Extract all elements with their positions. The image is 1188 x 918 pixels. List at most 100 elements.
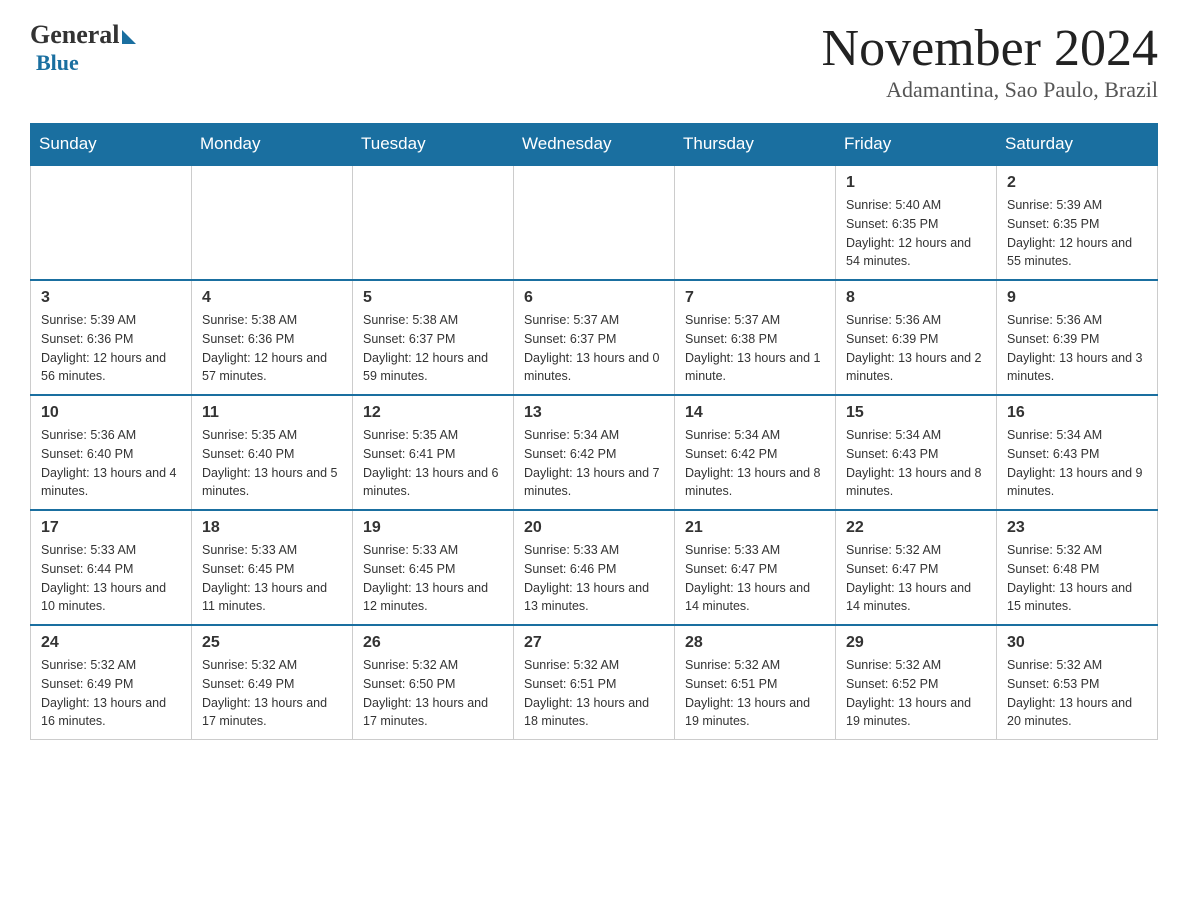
day-sun-info: Sunrise: 5:40 AM Sunset: 6:35 PM Dayligh… bbox=[846, 198, 971, 268]
day-sun-info: Sunrise: 5:32 AM Sunset: 6:53 PM Dayligh… bbox=[1007, 658, 1132, 728]
day-sun-info: Sunrise: 5:36 AM Sunset: 6:39 PM Dayligh… bbox=[846, 313, 982, 383]
day-sun-info: Sunrise: 5:38 AM Sunset: 6:37 PM Dayligh… bbox=[363, 313, 488, 383]
day-number: 29 bbox=[846, 634, 986, 652]
day-number: 1 bbox=[846, 174, 986, 192]
day-sun-info: Sunrise: 5:32 AM Sunset: 6:51 PM Dayligh… bbox=[685, 658, 810, 728]
day-sun-info: Sunrise: 5:32 AM Sunset: 6:47 PM Dayligh… bbox=[846, 543, 971, 613]
day-sun-info: Sunrise: 5:32 AM Sunset: 6:51 PM Dayligh… bbox=[524, 658, 649, 728]
calendar-day-cell: 6 Sunrise: 5:37 AM Sunset: 6:37 PM Daylig… bbox=[514, 280, 675, 395]
day-sun-info: Sunrise: 5:37 AM Sunset: 6:37 PM Dayligh… bbox=[524, 313, 660, 383]
day-sun-info: Sunrise: 5:34 AM Sunset: 6:42 PM Dayligh… bbox=[524, 428, 660, 498]
calendar-day-cell: 22 Sunrise: 5:32 AM Sunset: 6:47 PM Dayli… bbox=[836, 510, 997, 625]
calendar-header-row: SundayMondayTuesdayWednesdayThursdayFrid… bbox=[31, 124, 1158, 166]
day-number: 6 bbox=[524, 289, 664, 307]
calendar-week-row: 1 Sunrise: 5:40 AM Sunset: 6:35 PM Daylig… bbox=[31, 165, 1158, 280]
day-number: 20 bbox=[524, 519, 664, 537]
day-sun-info: Sunrise: 5:33 AM Sunset: 6:47 PM Dayligh… bbox=[685, 543, 810, 613]
day-sun-info: Sunrise: 5:33 AM Sunset: 6:46 PM Dayligh… bbox=[524, 543, 649, 613]
day-sun-info: Sunrise: 5:33 AM Sunset: 6:44 PM Dayligh… bbox=[41, 543, 166, 613]
month-title: November 2024 bbox=[822, 20, 1158, 77]
calendar-day-cell: 26 Sunrise: 5:32 AM Sunset: 6:50 PM Dayli… bbox=[353, 625, 514, 740]
day-of-week-header: Friday bbox=[836, 124, 997, 166]
calendar-day-cell: 4 Sunrise: 5:38 AM Sunset: 6:36 PM Daylig… bbox=[192, 280, 353, 395]
calendar-day-cell: 28 Sunrise: 5:32 AM Sunset: 6:51 PM Dayli… bbox=[675, 625, 836, 740]
day-number: 10 bbox=[41, 404, 181, 422]
calendar-day-cell: 5Sunrise: 5:38 AM Sunset: 6:37 PM Daylig… bbox=[353, 280, 514, 395]
day-number: 30 bbox=[1007, 634, 1147, 652]
day-of-week-header: Tuesday bbox=[353, 124, 514, 166]
day-number: 22 bbox=[846, 519, 986, 537]
day-number: 11 bbox=[202, 404, 342, 422]
day-sun-info: Sunrise: 5:37 AM Sunset: 6:38 PM Dayligh… bbox=[685, 313, 821, 383]
calendar-day-cell: 24 Sunrise: 5:32 AM Sunset: 6:49 PM Dayli… bbox=[31, 625, 192, 740]
day-number: 24 bbox=[41, 634, 181, 652]
day-sun-info: Sunrise: 5:35 AM Sunset: 6:40 PM Dayligh… bbox=[202, 428, 338, 498]
day-of-week-header: Sunday bbox=[31, 124, 192, 166]
day-sun-info: Sunrise: 5:36 AM Sunset: 6:39 PM Dayligh… bbox=[1007, 313, 1143, 383]
day-of-week-header: Thursday bbox=[675, 124, 836, 166]
calendar-week-row: 17 Sunrise: 5:33 AM Sunset: 6:44 PM Dayli… bbox=[31, 510, 1158, 625]
day-number: 4 bbox=[202, 289, 342, 307]
calendar-day-cell: 29 Sunrise: 5:32 AM Sunset: 6:52 PM Dayli… bbox=[836, 625, 997, 740]
day-number: 12 bbox=[363, 404, 503, 422]
day-sun-info: Sunrise: 5:39 AM Sunset: 6:36 PM Dayligh… bbox=[41, 313, 166, 383]
calendar-day-cell: 25Sunrise: 5:32 AM Sunset: 6:49 PM Dayli… bbox=[192, 625, 353, 740]
day-sun-info: Sunrise: 5:38 AM Sunset: 6:36 PM Dayligh… bbox=[202, 313, 327, 383]
calendar-day-cell: 17 Sunrise: 5:33 AM Sunset: 6:44 PM Dayli… bbox=[31, 510, 192, 625]
calendar-day-cell bbox=[31, 165, 192, 280]
day-of-week-header: Wednesday bbox=[514, 124, 675, 166]
day-number: 18 bbox=[202, 519, 342, 537]
calendar-week-row: 3 Sunrise: 5:39 AM Sunset: 6:36 PM Daylig… bbox=[31, 280, 1158, 395]
calendar-day-cell: 7 Sunrise: 5:37 AM Sunset: 6:38 PM Daylig… bbox=[675, 280, 836, 395]
calendar-day-cell: 3 Sunrise: 5:39 AM Sunset: 6:36 PM Daylig… bbox=[31, 280, 192, 395]
day-sun-info: Sunrise: 5:33 AM Sunset: 6:45 PM Dayligh… bbox=[202, 543, 327, 613]
day-sun-info: Sunrise: 5:32 AM Sunset: 6:50 PM Dayligh… bbox=[363, 658, 488, 728]
day-number: 13 bbox=[524, 404, 664, 422]
calendar-day-cell: 14Sunrise: 5:34 AM Sunset: 6:42 PM Dayli… bbox=[675, 395, 836, 510]
calendar-day-cell: 20 Sunrise: 5:33 AM Sunset: 6:46 PM Dayli… bbox=[514, 510, 675, 625]
calendar-day-cell: 16Sunrise: 5:34 AM Sunset: 6:43 PM Dayli… bbox=[997, 395, 1158, 510]
calendar-day-cell bbox=[192, 165, 353, 280]
day-number: 15 bbox=[846, 404, 986, 422]
day-number: 3 bbox=[41, 289, 181, 307]
calendar-day-cell: 2Sunrise: 5:39 AM Sunset: 6:35 PM Daylig… bbox=[997, 165, 1158, 280]
calendar-day-cell: 30 Sunrise: 5:32 AM Sunset: 6:53 PM Dayli… bbox=[997, 625, 1158, 740]
day-sun-info: Sunrise: 5:39 AM Sunset: 6:35 PM Dayligh… bbox=[1007, 198, 1132, 268]
calendar-week-row: 24 Sunrise: 5:32 AM Sunset: 6:49 PM Dayli… bbox=[31, 625, 1158, 740]
day-of-week-header: Saturday bbox=[997, 124, 1158, 166]
calendar-day-cell: 27Sunrise: 5:32 AM Sunset: 6:51 PM Dayli… bbox=[514, 625, 675, 740]
calendar-day-cell bbox=[353, 165, 514, 280]
day-number: 19 bbox=[363, 519, 503, 537]
calendar-day-cell: 11 Sunrise: 5:35 AM Sunset: 6:40 PM Dayli… bbox=[192, 395, 353, 510]
day-sun-info: Sunrise: 5:32 AM Sunset: 6:48 PM Dayligh… bbox=[1007, 543, 1132, 613]
day-number: 28 bbox=[685, 634, 825, 652]
calendar-day-cell: 19Sunrise: 5:33 AM Sunset: 6:45 PM Dayli… bbox=[353, 510, 514, 625]
day-sun-info: Sunrise: 5:32 AM Sunset: 6:49 PM Dayligh… bbox=[202, 658, 327, 728]
day-sun-info: Sunrise: 5:32 AM Sunset: 6:49 PM Dayligh… bbox=[41, 658, 166, 728]
day-number: 26 bbox=[363, 634, 503, 652]
calendar-day-cell: 23 Sunrise: 5:32 AM Sunset: 6:48 PM Dayli… bbox=[997, 510, 1158, 625]
calendar-day-cell bbox=[675, 165, 836, 280]
title-area: November 2024 Adamantina, Sao Paulo, Bra… bbox=[822, 20, 1158, 103]
calendar-day-cell: 9 Sunrise: 5:36 AM Sunset: 6:39 PM Daylig… bbox=[997, 280, 1158, 395]
day-number: 17 bbox=[41, 519, 181, 537]
day-number: 8 bbox=[846, 289, 986, 307]
day-number: 21 bbox=[685, 519, 825, 537]
calendar-day-cell: 10Sunrise: 5:36 AM Sunset: 6:40 PM Dayli… bbox=[31, 395, 192, 510]
calendar-day-cell: 15 Sunrise: 5:34 AM Sunset: 6:43 PM Dayli… bbox=[836, 395, 997, 510]
day-number: 9 bbox=[1007, 289, 1147, 307]
day-sun-info: Sunrise: 5:35 AM Sunset: 6:41 PM Dayligh… bbox=[363, 428, 499, 498]
day-sun-info: Sunrise: 5:34 AM Sunset: 6:43 PM Dayligh… bbox=[846, 428, 982, 498]
calendar-day-cell: 18 Sunrise: 5:33 AM Sunset: 6:45 PM Dayli… bbox=[192, 510, 353, 625]
calendar-day-cell: 12 Sunrise: 5:35 AM Sunset: 6:41 PM Dayli… bbox=[353, 395, 514, 510]
day-number: 23 bbox=[1007, 519, 1147, 537]
day-number: 7 bbox=[685, 289, 825, 307]
page-header: General Blue November 2024 Adamantina, S… bbox=[30, 20, 1158, 103]
day-sun-info: Sunrise: 5:32 AM Sunset: 6:52 PM Dayligh… bbox=[846, 658, 971, 728]
day-sun-info: Sunrise: 5:34 AM Sunset: 6:42 PM Dayligh… bbox=[685, 428, 821, 498]
day-of-week-header: Monday bbox=[192, 124, 353, 166]
location-subtitle: Adamantina, Sao Paulo, Brazil bbox=[822, 77, 1158, 103]
calendar-week-row: 10Sunrise: 5:36 AM Sunset: 6:40 PM Dayli… bbox=[31, 395, 1158, 510]
logo-blue-text: Blue bbox=[36, 50, 79, 76]
calendar-day-cell: 8 Sunrise: 5:36 AM Sunset: 6:39 PM Daylig… bbox=[836, 280, 997, 395]
